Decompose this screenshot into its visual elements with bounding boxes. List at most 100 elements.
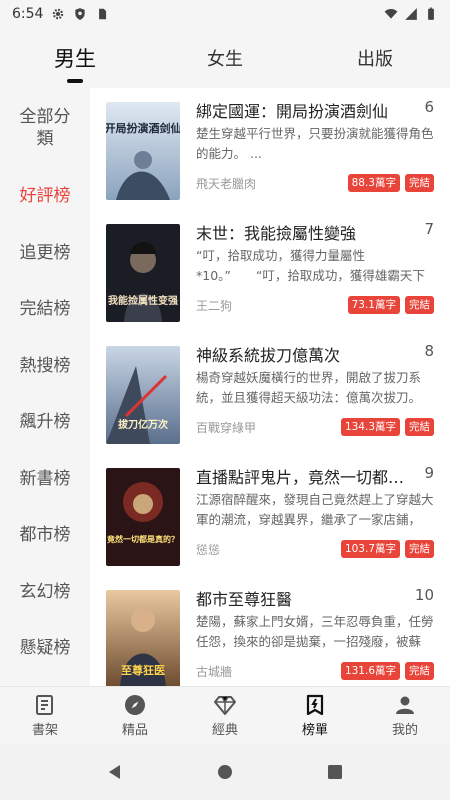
sidebar-item-label: 好評榜: [19, 186, 71, 207]
sidebar-item-label: 追更榜: [19, 242, 71, 263]
signal-icon: [405, 8, 417, 20]
sidebar-item-label: 完結榜: [19, 299, 71, 320]
book-author: 百戰穿綠甲: [196, 421, 257, 435]
tab-female[interactable]: 女生: [165, 45, 285, 71]
nav-label: 經典: [211, 723, 238, 738]
tab-male[interactable]: 男生: [15, 43, 135, 83]
book-cover: 竟然一切都是真的？: [106, 468, 180, 566]
book-cover: 我能捡属性变强: [106, 224, 180, 322]
profile-icon: [396, 696, 414, 714]
word-count-badge: 88.3萬字: [347, 174, 400, 192]
book-item[interactable]: 至尊狂医 都市至尊狂醫 10 楚陽，蘇家上門女婿，三年忍辱負重，任勞任怨，換來的…: [90, 576, 450, 686]
back-button[interactable]: [105, 762, 125, 782]
book-author: 王二狗: [196, 299, 233, 313]
tab-publish[interactable]: 出版: [315, 45, 435, 71]
book-description: 楊奇穿越妖魔橫行的世界，開啟了拔刀系統，並且獲得超天級功法：億萬次拔刀。 ...: [196, 370, 422, 405]
sidebar-item-good-review[interactable]: 好評榜: [0, 168, 90, 225]
book-item[interactable]: 竟然一切都是真的？ 直播點評鬼片，竟然一切都是真的？ 9 江源宿醉醒來，發現自己…: [90, 454, 450, 576]
book-rank: 6: [424, 98, 434, 116]
ranking-sidebar: 全部分類 好評榜 追更榜 完結榜 熱搜榜 飆升榜 新書榜 都市榜 玄幻榜 懸疑榜: [0, 88, 90, 686]
sidebar-item-mystery[interactable]: 懸疑榜: [0, 620, 90, 677]
book-author: 慫慫: [196, 543, 221, 557]
sidebar-item-all[interactable]: 全部分類: [0, 88, 90, 168]
book-list: 开局扮演酒剑仙 綁定國運：開局扮演酒劍仙 6 楚生穿越平行世界，只要扮演就能獲得…: [90, 88, 450, 686]
sidebar-item-urban[interactable]: 都市榜: [0, 507, 90, 564]
sidebar-item-new-books[interactable]: 新書榜: [0, 451, 90, 508]
status-time: 6:54: [12, 6, 44, 22]
status-badge: 完結: [405, 296, 434, 314]
sidebar-item-label: 新書榜: [19, 468, 71, 489]
sim-card-icon: [99, 8, 107, 20]
book-description: 楚生穿越平行世界，只要扮演就能獲得角色的能力。 ...: [196, 126, 434, 161]
book-description: “叮，拾取成功，獲得力量屬性*10。” “叮，拾取成功，獲得雄霸天下LV1。”.…: [196, 248, 425, 283]
tab-male-label: 男生: [54, 47, 96, 71]
diamond-icon: [214, 696, 236, 715]
book-rank: 10: [414, 586, 434, 604]
cover-title: 我能捡属性变强: [108, 294, 178, 307]
book-title: 都市至尊狂醫: [196, 590, 293, 609]
nav-ranking[interactable]: 榜單: [280, 693, 350, 738]
sidebar-item-completed[interactable]: 完結榜: [0, 281, 90, 338]
recents-square-icon: [328, 765, 342, 779]
book-title: 綁定國運：開局扮演酒劍仙: [196, 102, 389, 121]
cover-title: 拔刀亿万次: [118, 418, 168, 431]
word-count-badge: 103.7萬字: [340, 540, 400, 558]
book-item[interactable]: 拔刀亿万次 神級系統拔刀億萬次 8 楊奇穿越妖魔橫行的世界，開啟了拔刀系統，並且…: [90, 332, 450, 454]
bottom-nav: 書架 精品 經典 榜單 我的: [0, 686, 450, 744]
book-item[interactable]: 我能捡属性变强 末世：我能撿屬性變強 7 “叮，拾取成功，獲得力量屬性*10。”…: [90, 210, 450, 332]
nav-bookshelf[interactable]: 書架: [10, 693, 80, 738]
book-cover: 拔刀亿万次: [106, 346, 180, 444]
status-bar: 6:54: [0, 0, 450, 28]
book-tags: 134.3萬字 完結: [340, 418, 434, 436]
book-rank: 7: [424, 220, 434, 238]
wifi-icon: [384, 9, 398, 19]
nav-label: 我的: [391, 723, 418, 738]
status-badge: 完結: [405, 540, 434, 558]
word-count-badge: 134.3萬字: [340, 418, 400, 436]
active-tab-indicator: [67, 79, 83, 83]
nav-featured[interactable]: 精品: [100, 693, 170, 738]
book-title: 直播點評鬼片，竟然一切都是真的？: [196, 468, 416, 487]
word-count-badge: 131.6萬字: [340, 662, 400, 680]
nav-label: 精品: [121, 723, 148, 738]
book-tags: 131.6萬字 完結: [340, 662, 434, 680]
book-tags: 103.7萬字 完結: [340, 540, 434, 558]
book-item[interactable]: 开局扮演酒剑仙 綁定國運：開局扮演酒劍仙 6 楚生穿越平行世界，只要扮演就能獲得…: [90, 88, 450, 210]
nav-label: 書架: [31, 723, 58, 738]
back-triangle-icon: [109, 765, 120, 779]
sidebar-item-label: 熱搜榜: [19, 355, 71, 376]
bookshelf-icon: [36, 695, 53, 715]
tab-publish-label: 出版: [357, 49, 393, 70]
status-badge: 完結: [405, 174, 434, 192]
shield-icon: [75, 8, 86, 20]
tab-female-label: 女生: [207, 49, 243, 70]
book-cover: 至尊狂医: [106, 590, 180, 686]
sidebar-item-fantasy[interactable]: 玄幻榜: [0, 564, 90, 621]
book-cover: 开局扮演酒剑仙: [106, 102, 180, 200]
book-description: 楚陽，蘇家上門女婿，三年忍辱負重，任勞任怨，換來的卻是拋棄，一招殘廢，被蘇家..…: [196, 614, 434, 649]
home-circle-icon: [218, 765, 232, 779]
book-description: 江源宿醉醒來，發現自己竟然趕上了穿越大軍的潮流，穿越異界，繼承了一家店鋪，並..…: [196, 492, 434, 527]
book-rank: 9: [424, 464, 434, 482]
word-count-badge: 73.1萬字: [347, 296, 400, 314]
sidebar-item-rising[interactable]: 飆升榜: [0, 394, 90, 451]
system-nav-bar: [0, 744, 450, 800]
status-badge: 完結: [405, 662, 434, 680]
ranking-icon: [306, 694, 324, 716]
sidebar-item-label: 玄幻榜: [19, 581, 71, 602]
sidebar-item-hot-search[interactable]: 熱搜榜: [0, 338, 90, 395]
sidebar-item-label: 全部分類: [19, 107, 71, 149]
sidebar-item-following[interactable]: 追更榜: [0, 225, 90, 282]
compass-icon: [125, 695, 145, 715]
nav-profile[interactable]: 我的: [370, 693, 440, 738]
status-badge: 完結: [405, 418, 434, 436]
book-tags: 73.1萬字 完結: [347, 296, 434, 314]
book-title: 末世：我能撿屬性變強: [196, 224, 357, 243]
cover-title: 至尊狂医: [121, 663, 165, 677]
settings-icon: [53, 8, 64, 20]
nav-classic[interactable]: 經典: [190, 693, 260, 738]
sidebar-item-label: 懸疑榜: [19, 638, 71, 659]
home-button[interactable]: [215, 762, 235, 782]
cover-title: 开局扮演酒剑仙: [106, 121, 180, 135]
recents-button[interactable]: [325, 762, 345, 782]
